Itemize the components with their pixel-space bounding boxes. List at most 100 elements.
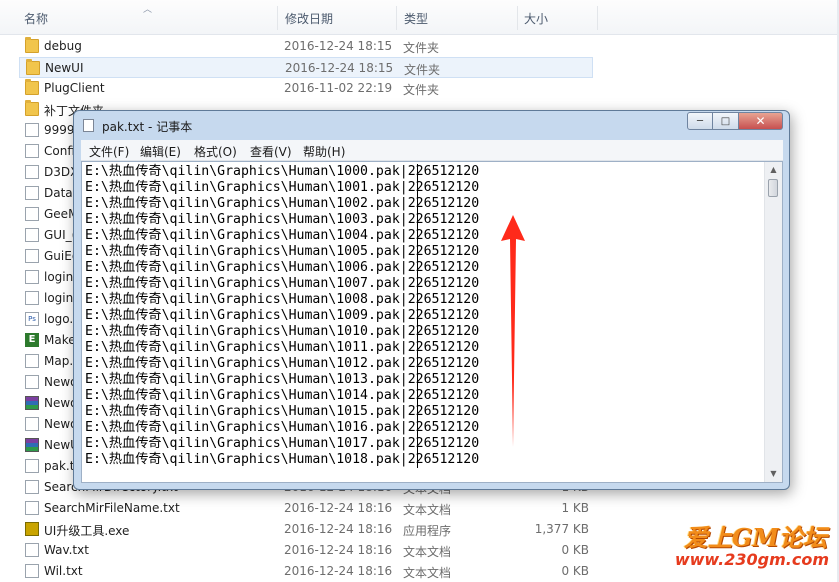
title-bar[interactable]: pak.txt - 记事本 ─ □ ✕ <box>74 111 789 139</box>
file-date: 2016-12-24 18:16 <box>284 564 393 578</box>
file-icon <box>25 186 39 200</box>
maximize-button[interactable]: □ <box>713 112 739 130</box>
file-row[interactable]: NewUI 2016-12-24 18:15 文件夹 <box>19 57 593 78</box>
arrow-up-icon <box>501 215 525 447</box>
column-separator[interactable] <box>597 6 598 30</box>
file-size: 1 KB <box>561 501 589 515</box>
menu-help[interactable]: 帮助(H) <box>303 143 345 160</box>
file-type: 文件夹 <box>403 41 440 55</box>
file-icon <box>25 207 39 221</box>
text-line: E:\热血传奇\qilin\Graphics\Human\1017.pak|22… <box>85 436 480 451</box>
file-row[interactable]: debug 2016-12-24 18:15 文件夹 <box>19 36 593 57</box>
file-type: 文本文档 <box>403 545 452 559</box>
column-type[interactable]: 类型 <box>404 10 428 27</box>
file-type: 文件夹 <box>403 83 440 97</box>
notepad-window: pak.txt - 记事本 ─ □ ✕ 文件(F) 编辑(E) 格式(O) 查看… <box>73 110 790 490</box>
file-date: 2016-12-24 18:15 <box>285 61 394 75</box>
vertical-scrollbar[interactable]: ▲ ▼ <box>764 162 782 482</box>
close-button[interactable]: ✕ <box>739 112 783 130</box>
menu-edit[interactable]: 编辑(E) <box>140 143 181 160</box>
maximize-icon: □ <box>720 115 731 127</box>
file-name: Wil.txt <box>44 564 83 578</box>
watermark-url: www.230gm.com <box>674 550 829 569</box>
file-name: Make <box>44 333 76 347</box>
text-line: E:\热血传奇\qilin\Graphics\Human\1013.pak|22… <box>85 372 480 387</box>
file-type: 应用程序 <box>403 524 452 538</box>
text-line: E:\热血传奇\qilin\Graphics\Human\1003.pak|22… <box>85 212 480 227</box>
text-editor[interactable]: E:\热血传奇\qilin\Graphics\Human\1000.pak|22… <box>81 161 783 483</box>
file-name: Map. <box>44 354 74 368</box>
file-icon <box>25 375 39 389</box>
file-date: 2016-11-02 22:19 <box>284 81 393 95</box>
file-type: 文件夹 <box>404 63 441 77</box>
file-date: 2016-12-24 18:15 <box>284 39 393 53</box>
close-icon: ✕ <box>755 114 766 128</box>
column-separator[interactable] <box>517 6 518 30</box>
text-line: E:\热血传奇\qilin\Graphics\Human\1010.pak|22… <box>85 324 480 339</box>
file-icon <box>25 480 39 494</box>
file-row[interactable]: SearchMirFileName.txt 2016-12-24 18:16 文本文… <box>19 498 593 519</box>
settings-file-icon <box>25 144 39 158</box>
menu-format[interactable]: 格式(O) <box>194 143 237 160</box>
scroll-thumb[interactable] <box>768 179 778 197</box>
text-line: E:\热血传奇\qilin\Graphics\Human\1008.pak|22… <box>85 292 480 307</box>
text-caret <box>417 164 418 468</box>
file-name: 9999 <box>44 123 75 137</box>
watermark: 爱上GM论坛 www.230gm.com <box>660 514 835 578</box>
notepad-icon[interactable] <box>83 119 94 132</box>
text-line: E:\热血传奇\qilin\Graphics\Human\1011.pak|22… <box>85 340 480 355</box>
menu-file[interactable]: 文件(F) <box>89 143 129 160</box>
window-title: pak.txt - 记事本 <box>102 120 193 134</box>
window-controls: ─ □ ✕ <box>687 112 783 130</box>
ps-file-icon: Ps <box>25 312 39 326</box>
watermark-title: 爱上GM论坛 <box>683 523 827 552</box>
rar-icon <box>25 438 39 452</box>
minimize-button[interactable]: ─ <box>687 112 713 130</box>
folder-icon <box>25 37 39 53</box>
file-name: UI升级工具.exe <box>44 524 130 538</box>
file-row[interactable]: Wav.txt 2016-12-24 18:16 文本文档 0 KB <box>19 540 593 561</box>
text-line: E:\热血传奇\qilin\Graphics\Human\1005.pak|22… <box>85 244 480 259</box>
file-icon <box>25 291 39 305</box>
text-line: E:\热血传奇\qilin\Graphics\Human\1000.pak|22… <box>85 164 480 179</box>
file-date: 2016-12-24 18:16 <box>284 543 393 557</box>
file-name: debug <box>44 39 82 53</box>
text-line: E:\热血传奇\qilin\Graphics\Human\1002.pak|22… <box>85 196 480 211</box>
settings-file-icon <box>25 249 39 263</box>
text-line: E:\热血传奇\qilin\Graphics\Human\1007.pak|22… <box>85 276 480 291</box>
file-icon <box>25 354 39 368</box>
sort-ascending-icon: ︿ <box>143 5 153 15</box>
column-date[interactable]: 修改日期 <box>285 10 333 27</box>
editor-content[interactable]: E:\热血传奇\qilin\Graphics\Human\1000.pak|22… <box>85 164 479 468</box>
file-row[interactable]: Wil.txt 2016-12-24 18:16 文本文档 0 KB <box>19 561 593 582</box>
text-line: E:\热血传奇\qilin\Graphics\Human\1009.pak|22… <box>85 308 480 323</box>
column-separator[interactable] <box>277 6 278 30</box>
minimize-icon: ─ <box>696 115 704 127</box>
file-name: GUI_( <box>44 228 77 242</box>
dll-icon <box>25 165 39 179</box>
file-type: 文本文档 <box>403 503 452 517</box>
file-row[interactable]: UI升级工具.exe 2016-12-24 18:16 应用程序 1,377 KB <box>19 519 593 540</box>
scroll-down-arrow-icon[interactable]: ▼ <box>765 466 782 482</box>
folder-icon <box>26 59 40 75</box>
folder-icon <box>25 79 39 95</box>
text-line: E:\热血传奇\qilin\Graphics\Human\1004.pak|22… <box>85 228 480 243</box>
text-line: E:\热血传奇\qilin\Graphics\Human\1015.pak|22… <box>85 404 480 419</box>
text-line: E:\热血传奇\qilin\Graphics\Human\1012.pak|22… <box>85 356 480 371</box>
menu-bar: 文件(F) 编辑(E) 格式(O) 查看(V) 帮助(H) <box>81 140 783 161</box>
column-separator[interactable] <box>396 6 397 30</box>
column-name[interactable]: 名称 <box>24 10 48 27</box>
file-name: login <box>44 270 74 284</box>
file-name: Wav.txt <box>44 543 89 557</box>
folder-icon <box>25 100 39 116</box>
file-name: login <box>44 291 74 305</box>
file-row[interactable]: PlugClient 2016-11-02 22:19 文件夹 <box>19 78 593 99</box>
file-name: PlugClient <box>44 81 105 95</box>
text-line: E:\热血传奇\qilin\Graphics\Human\1014.pak|22… <box>85 388 480 403</box>
file-icon <box>25 543 39 557</box>
file-size: 1,377 KB <box>534 522 589 536</box>
scroll-up-arrow-icon[interactable]: ▲ <box>765 162 782 178</box>
text-line: E:\热血传奇\qilin\Graphics\Human\1006.pak|22… <box>85 260 480 275</box>
menu-view[interactable]: 查看(V) <box>250 143 292 160</box>
column-size[interactable]: 大小 <box>524 10 548 27</box>
